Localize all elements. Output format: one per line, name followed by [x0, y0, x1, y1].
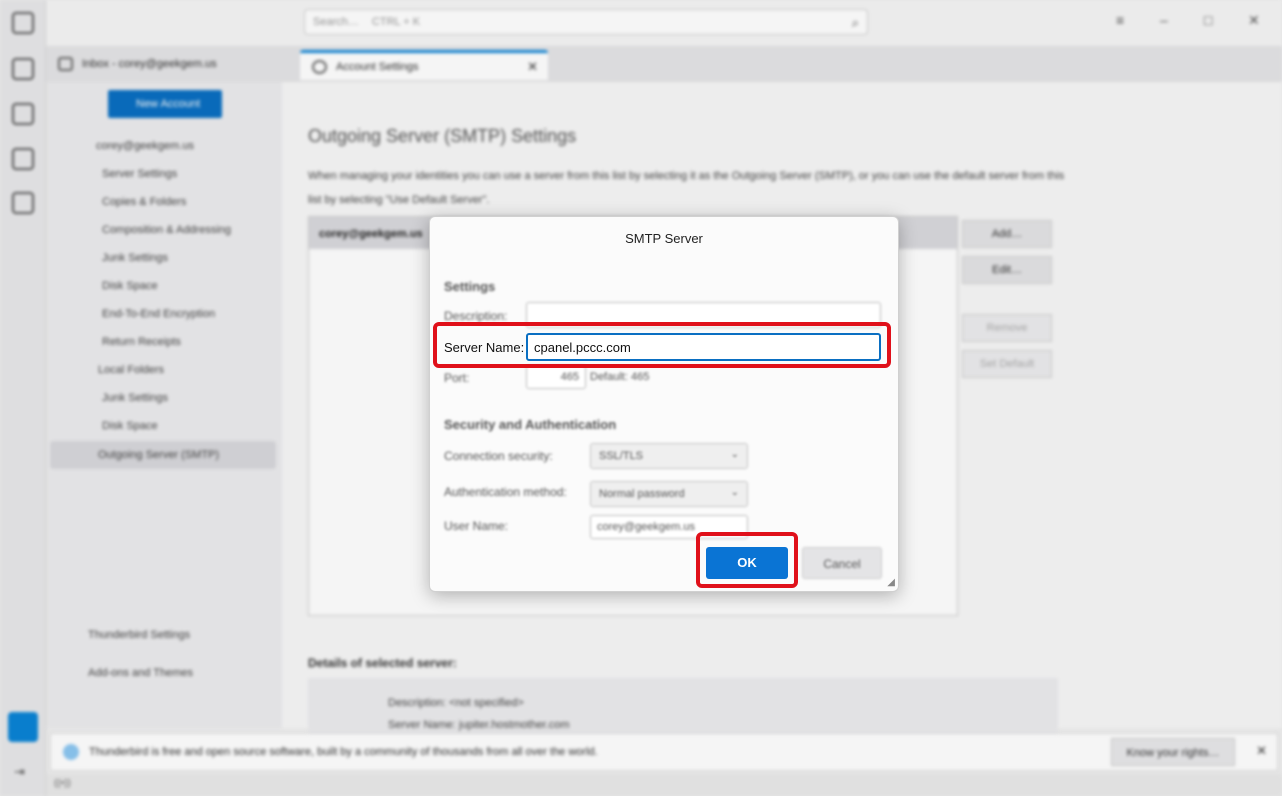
cancel-button[interactable]: Cancel — [802, 547, 882, 579]
username-label: User Name: — [444, 519, 509, 533]
description-label: Description: — [444, 309, 508, 323]
ok-button-highlight — [696, 532, 798, 588]
security-heading: Security and Authentication — [444, 417, 617, 432]
server-name-highlight — [433, 322, 891, 368]
settings-heading: Settings — [444, 279, 496, 294]
connection-security-value: SSL/TLS — [599, 450, 644, 462]
connection-security-label: Connection security: — [444, 449, 553, 463]
auth-method-select[interactable]: Normal password ⌄ — [590, 481, 748, 507]
resize-grip-icon[interactable]: ◢ — [887, 577, 895, 588]
port-default: Default: 465 — [590, 371, 650, 383]
smtp-server-dialog: SMTP Server Settings Description: Port: … — [429, 216, 899, 592]
chevron-down-icon: ⌄ — [730, 487, 739, 498]
port-input[interactable]: 465 — [526, 365, 586, 389]
connection-security-select[interactable]: SSL/TLS ⌄ — [590, 443, 748, 469]
auth-method-label: Authentication method: — [444, 485, 567, 499]
thunderbird-window: ⇥ Search… CTRL + K ⌕ ≡ – □ ✕ Inbox - cor… — [0, 0, 1282, 796]
chevron-down-icon: ⌄ — [730, 449, 739, 460]
auth-method-value: Normal password — [599, 488, 685, 500]
port-label: Port: — [444, 371, 470, 385]
dialog-blurred-fields: Settings Description: Port: 465 Default:… — [430, 217, 898, 591]
